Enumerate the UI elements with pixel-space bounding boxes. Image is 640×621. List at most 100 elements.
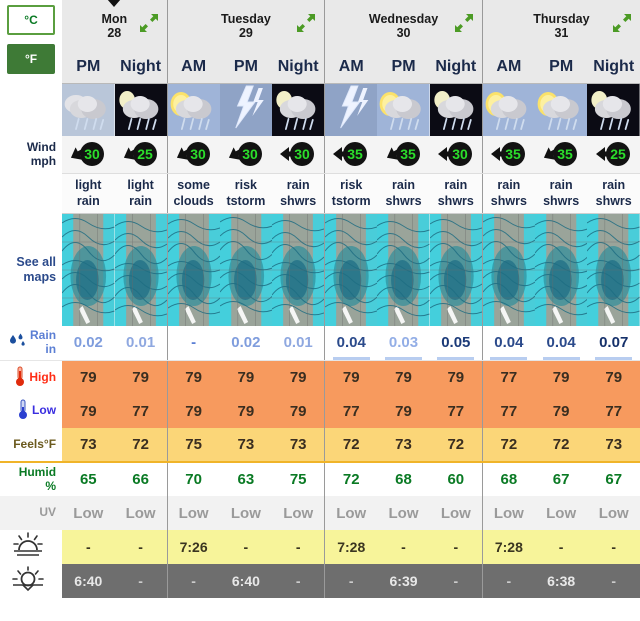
high-value: 77 (500, 368, 518, 386)
condition-cell-3-night: rain shwrs (587, 173, 640, 214)
expand-day-button[interactable] (454, 13, 474, 33)
sunrise-value: 7:26 (179, 539, 208, 555)
uv-value: Low (125, 504, 156, 522)
uv-cell-3-night: Low (587, 496, 640, 530)
rain-value: 0.01 (283, 334, 313, 352)
map-thumbnail-1-am (166, 213, 220, 326)
low-cell-0-night: 77 (114, 394, 168, 428)
sunset-cell-3-am: - (481, 564, 535, 598)
sunrise-value: - (401, 539, 406, 555)
sunrise-cell-0-night: - (114, 530, 168, 564)
feels-value: 73 (237, 436, 255, 453)
uv-value: Low (493, 504, 524, 522)
condition-line2: shwrs (385, 193, 422, 208)
condition-line1: rain (286, 177, 310, 192)
high-cell-1-night: 79 (272, 360, 325, 394)
day-header-wednesday[interactable]: Wednesday 30 (324, 0, 483, 51)
humidity-value: 67 (605, 471, 623, 488)
wind-cell-3-am: 35 (481, 135, 535, 174)
condition-cell-2-night: rain shwrs (429, 173, 483, 214)
wind-cell-1-night: 30 (272, 135, 325, 174)
feels-cell-2-am: 72 (324, 428, 378, 462)
condition-cell-1-am: some clouds (166, 173, 220, 214)
weather-icon-2-night (429, 83, 483, 136)
uv-value: Low (440, 504, 471, 522)
day-header-tuesday[interactable]: Tuesday 29 (166, 0, 325, 51)
rain-bar (437, 357, 475, 361)
expand-day-button[interactable] (139, 13, 159, 33)
uv-cell-2-am: Low (324, 496, 378, 530)
humidity-cell-0-pm: 65 (62, 461, 115, 496)
rain-cell-1-night: 0.01 (272, 326, 325, 361)
humidity-cell-3-pm: 67 (534, 461, 588, 496)
rain-bar (384, 357, 423, 361)
humidity-cell-2-pm: 68 (377, 461, 430, 496)
rain-bar (595, 357, 633, 361)
condition-line2: rain (129, 193, 153, 208)
period-label-0-pm: PM (62, 50, 115, 84)
rain-cell-3-pm: 0.04 (534, 326, 588, 361)
condition-line2: shwrs (437, 193, 474, 208)
celsius-toggle-button[interactable]: °C (7, 5, 56, 35)
condition-cell-1-night: rain shwrs (272, 173, 325, 214)
svg-text:30: 30 (242, 146, 258, 162)
weather-icon-3-night (587, 83, 640, 136)
high-value: 79 (342, 368, 360, 386)
map-thumbnail-0-pm (62, 214, 115, 326)
humidity-cell-3-am: 68 (481, 461, 535, 496)
condition-row: light rain light rain some clouds risk tstorm ra… (0, 173, 640, 214)
high-value: 79 (395, 368, 412, 386)
rain-value: 0.05 (437, 334, 475, 361)
high-value: 79 (552, 368, 570, 386)
unit-toggle-group: °C °F (0, 0, 63, 83)
uv-cell-0-pm: Low (62, 496, 115, 530)
map-thumbnail-3-pm (534, 214, 588, 326)
sunrise-cell-3-am: 7:28 (481, 530, 535, 564)
svg-text:30: 30 (85, 146, 101, 162)
humidity-cell-1-pm: 63 (219, 461, 273, 496)
high-cell-2-am: 79 (324, 360, 378, 394)
humidity-cell-2-night: 60 (429, 461, 483, 496)
expand-day-button[interactable] (296, 13, 316, 33)
see-all-maps-link[interactable]: See all maps (0, 213, 63, 326)
sunset-value: 6:39 (389, 573, 418, 589)
thermometer-low-icon (17, 398, 29, 423)
rain-cell-0-pm: 0.02 (62, 326, 115, 361)
wind-cell-1-pm: 30 (219, 135, 273, 174)
feels-cell-2-night: 72 (429, 428, 483, 462)
sunrise-cell-3-pm: - (534, 530, 588, 564)
svg-text:30: 30 (190, 146, 206, 162)
condition-line1: rain (497, 177, 521, 192)
wind-indicator: 30 (62, 141, 115, 167)
sunrise-cell-2-night: - (429, 530, 483, 564)
day-header-thursday[interactable]: Thursday 31 (481, 0, 640, 51)
wind-cell-1-am: 30 (166, 135, 220, 174)
high-cell-2-pm: 79 (377, 360, 430, 394)
high-cell-1-am: 79 (166, 360, 220, 394)
fahrenheit-toggle-button[interactable]: °F (7, 44, 56, 74)
rain-cell-2-night: 0.05 (429, 326, 483, 361)
expand-day-button[interactable] (612, 13, 632, 33)
period-label-3-night: Night (587, 50, 640, 84)
rain-value: 0.04 (490, 334, 528, 361)
rain-cell-3-am: 0.04 (481, 326, 535, 361)
sunrise-icon (11, 532, 45, 561)
low-cell-3-pm: 79 (534, 394, 588, 428)
map-thumbnail-1-pm (219, 214, 273, 326)
sunrise-cell-1-am: 7:26 (166, 530, 220, 564)
see-all-maps-line1: See all (16, 254, 57, 269)
day-header-mon[interactable]: Mon 28 (62, 0, 168, 51)
sunrise-cell-2-am: 7:28 (324, 530, 378, 564)
humidity-value: 75 (289, 471, 307, 488)
sunrise-cell-1-night: - (272, 530, 325, 564)
condition-row-label (0, 173, 63, 214)
condition-cell-0-night: light rain (114, 173, 168, 214)
map-row: See all maps (0, 213, 640, 326)
period-label-2-am: AM (324, 50, 378, 84)
condition-cell-3-am: rain shwrs (481, 173, 535, 214)
low-label-text: Low (32, 403, 57, 418)
weather-icon-0-night (114, 83, 168, 136)
wind-row-label: Wind mph (0, 135, 63, 174)
sunset-cell-3-night: - (587, 564, 640, 598)
humidity-row-label: Humid % (0, 461, 63, 496)
